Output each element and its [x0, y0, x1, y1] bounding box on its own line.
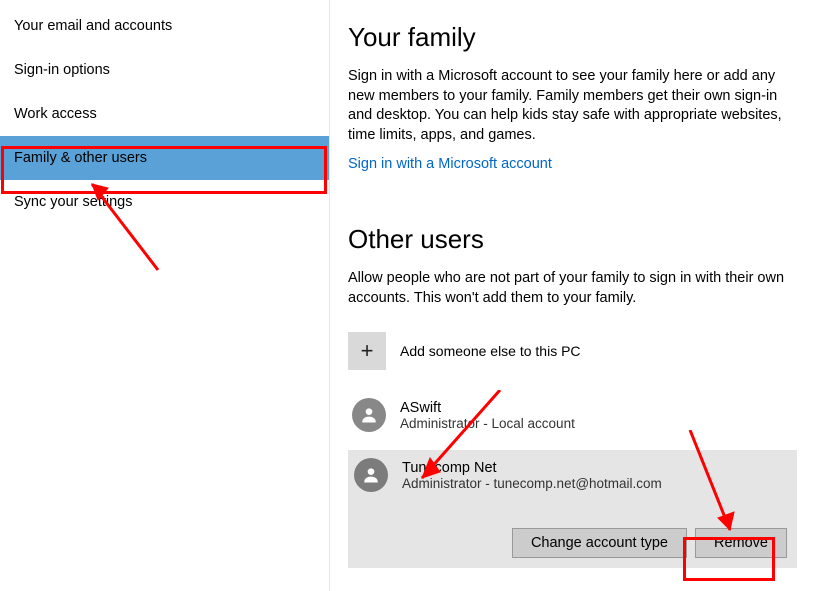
sidebar-item-email-accounts[interactable]: Your email and accounts	[0, 4, 329, 48]
sidebar-item-work-access[interactable]: Work access	[0, 92, 329, 136]
sidebar-item-label: Sign-in options	[14, 62, 110, 78]
user-actions: Change account type Remove	[354, 528, 791, 558]
plus-icon: +	[348, 332, 386, 370]
user-subline: Administrator - Local account	[400, 416, 575, 431]
sidebar-item-label: Work access	[14, 106, 97, 122]
user-name: Tunecomp Net	[402, 460, 662, 476]
sidebar-item-signin-options[interactable]: Sign-in options	[0, 48, 329, 92]
sidebar-item-sync-settings[interactable]: Sync your settings	[0, 180, 329, 224]
sidebar-item-label: Your email and accounts	[14, 18, 172, 34]
user-avatar-icon	[354, 458, 388, 492]
add-user-label: Add someone else to this PC	[400, 343, 581, 359]
signin-microsoft-link[interactable]: Sign in with a Microsoft account	[348, 156, 552, 172]
sidebar-item-family-other-users[interactable]: Family & other users	[0, 136, 329, 180]
add-user-button[interactable]: + Add someone else to this PC	[348, 326, 797, 376]
content-pane: Your family Sign in with a Microsoft acc…	[330, 0, 817, 591]
other-users-title: Other users	[348, 224, 797, 255]
sidebar-item-label: Sync your settings	[14, 194, 132, 210]
user-row-selected[interactable]: Tunecomp Net Administrator - tunecomp.ne…	[348, 450, 797, 568]
user-text: Tunecomp Net Administrator - tunecomp.ne…	[402, 460, 662, 491]
family-desc: Sign in with a Microsoft account to see …	[348, 67, 788, 145]
other-users-desc: Allow people who are not part of your fa…	[348, 269, 788, 308]
sidebar-item-label: Family & other users	[14, 150, 147, 166]
user-subline: Administrator - tunecomp.net@hotmail.com	[402, 476, 662, 491]
user-avatar-icon	[352, 398, 386, 432]
user-name: ASwift	[400, 400, 575, 416]
user-row[interactable]: ASwift Administrator - Local account	[348, 390, 797, 440]
user-text: ASwift Administrator - Local account	[400, 400, 575, 431]
sidebar: Your email and accounts Sign-in options …	[0, 0, 330, 591]
remove-button[interactable]: Remove	[695, 528, 787, 558]
family-title: Your family	[348, 22, 797, 53]
change-account-type-button[interactable]: Change account type	[512, 528, 687, 558]
